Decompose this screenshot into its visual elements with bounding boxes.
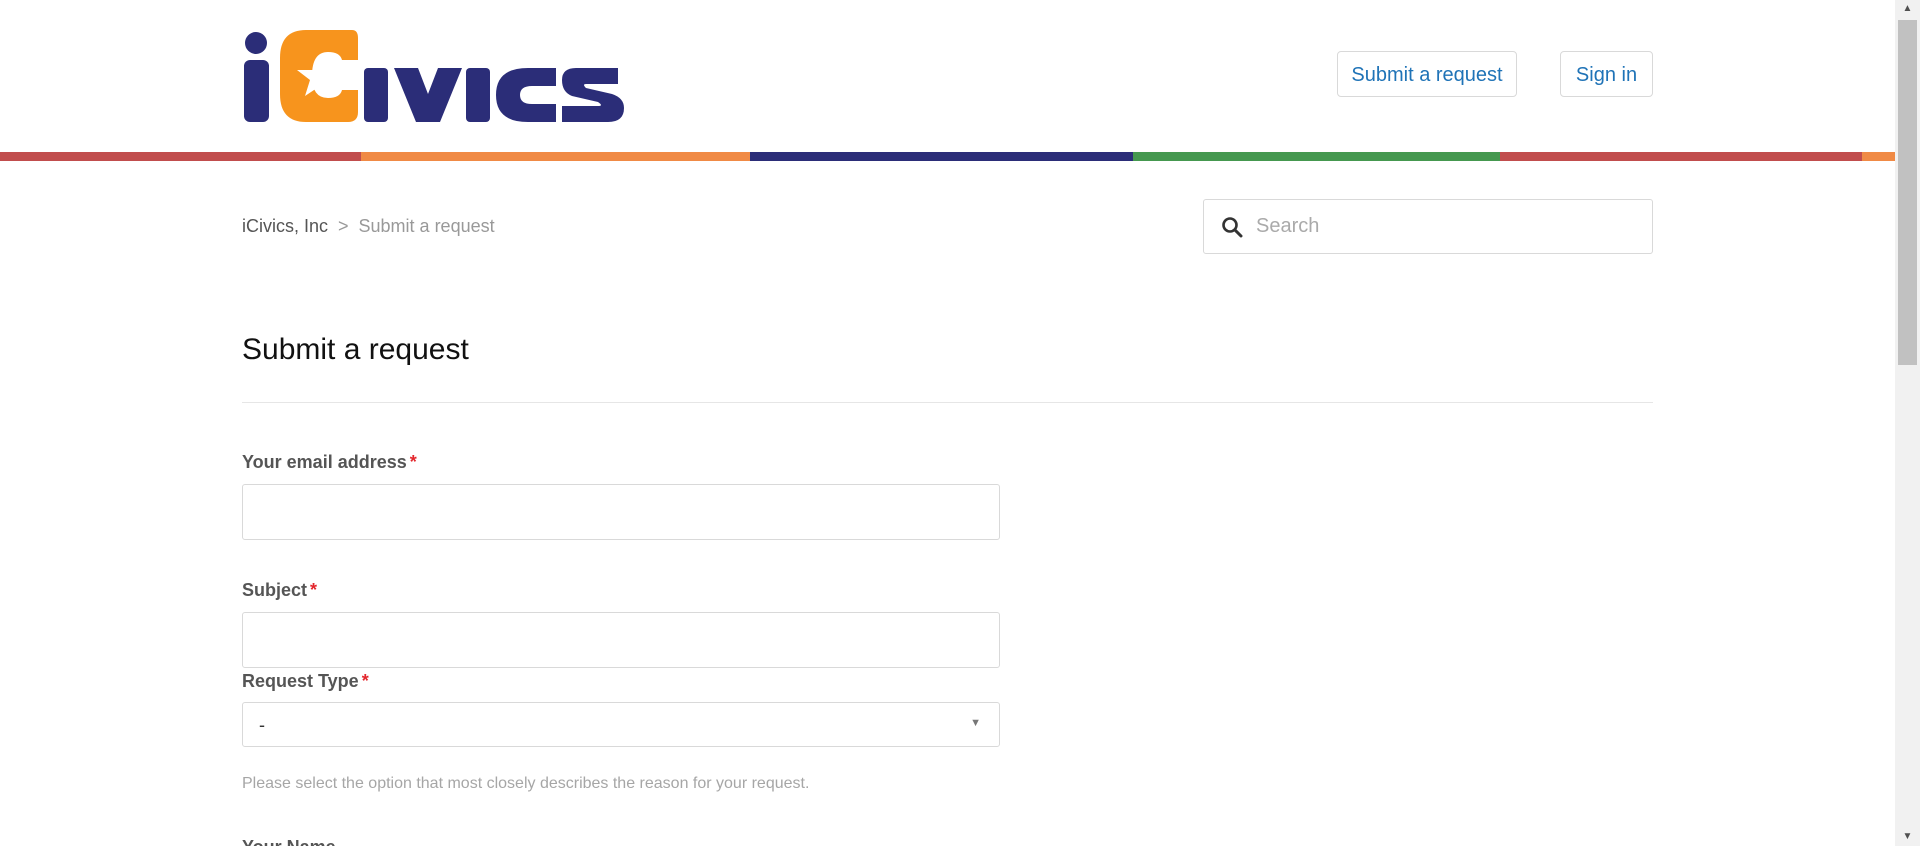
request-type-label: Request Type * [242,670,369,692]
required-marker: * [310,580,318,600]
breadcrumb-current: Submit a request [358,216,495,236]
subject-label-text: Subject [242,580,308,600]
sign-in-button[interactable]: Sign in [1560,51,1653,97]
stripe-segment [1133,152,1500,161]
search-box[interactable] [1203,199,1653,254]
scrollbar[interactable]: ▲ ▼ [1895,0,1920,846]
breadcrumb-separator: > [338,216,349,236]
submit-request-button[interactable]: Submit a request [1337,51,1517,97]
chevron-down-icon: ▼ [970,717,981,729]
stripe-segment [1500,152,1862,161]
color-stripe [0,152,1895,161]
title-divider [242,402,1653,403]
stripe-segment [750,152,1133,161]
scroll-down-arrow-icon[interactable]: ▼ [1895,828,1920,846]
request-type-hint: Please select the option that most close… [242,775,810,792]
request-type-value: - [259,715,265,735]
logo-graphic [244,30,624,122]
stripe-segment [0,152,361,161]
subject-field[interactable] [242,612,1000,668]
email-label: Your email address * [242,451,417,473]
name-label-text: Your Name [242,837,336,846]
subject-label: Subject * [242,579,317,601]
breadcrumb: iCivics, Inc > Submit a request [242,214,495,238]
request-type-select[interactable]: - ▼ [242,702,1000,747]
page-title: Submit a request [242,333,469,366]
breadcrumb-home-link[interactable]: iCivics, Inc [242,216,328,236]
name-label: Your Name [242,836,336,846]
request-type-label-text: Request Type [242,671,359,691]
required-marker: * [409,452,417,472]
search-input[interactable] [1256,200,1636,253]
page: Submit a request Sign in iCivics, Inc > Su… [0,0,1920,846]
site-header: Submit a request Sign in [0,0,1895,152]
stripe-segment [361,152,750,161]
scrollbar-thumb[interactable] [1898,20,1917,365]
icivics-logo[interactable] [242,28,626,124]
scroll-up-arrow-icon[interactable]: ▲ [1895,0,1920,18]
email-field[interactable] [242,484,1000,540]
search-icon [1222,217,1243,238]
email-label-text: Your email address [242,452,407,472]
required-marker: * [361,671,369,691]
stripe-segment [1862,152,1895,161]
